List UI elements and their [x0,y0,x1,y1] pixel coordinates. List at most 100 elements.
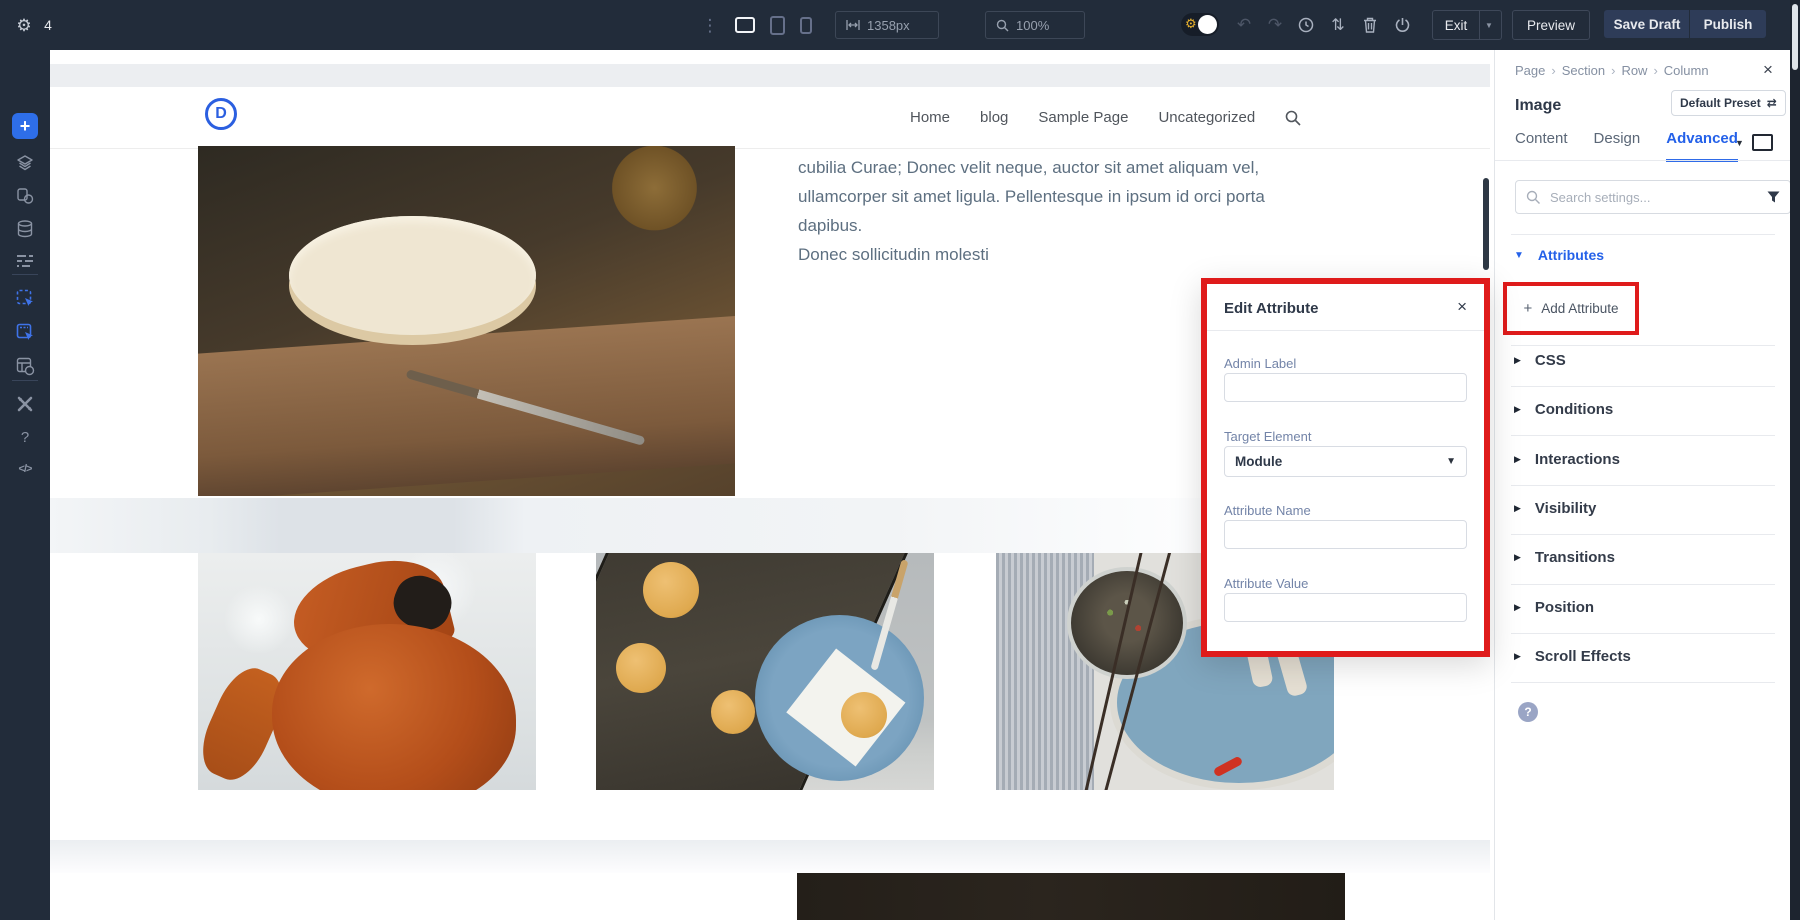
database-icon[interactable] [0,214,50,244]
cookie-on-plate [841,692,887,738]
cookie [616,643,666,693]
phone-view-icon[interactable] [796,0,816,50]
add-attribute-button[interactable]: + Add Attribute [1503,282,1639,335]
sidebar-divider [12,274,38,275]
redo-icon[interactable]: ↷ [1263,0,1287,50]
module-visibility-icon[interactable] [0,351,50,381]
page-number: 4 [38,0,58,50]
layouts-icon[interactable] [0,181,50,211]
window-scrollbar-thumb[interactable] [1792,4,1798,70]
paragraph-line: ullamcorper sit amet ligula. Pellentesqu… [798,182,1328,240]
canvas-width-input-box[interactable] [835,11,939,39]
preview-button[interactable]: Preview [1512,10,1590,40]
module-title: Image [1515,97,1561,115]
divider [1511,345,1775,346]
breadcrumb-row[interactable]: Row [1621,63,1647,78]
nav-link-uncategorized[interactable]: Uncategorized [1158,109,1255,126]
trash-icon[interactable] [1358,0,1382,50]
breadcrumb-section[interactable]: Section [1562,63,1605,78]
tab-advanced[interactable]: Advanced [1666,130,1738,162]
window-scrollbar[interactable] [1790,0,1800,920]
preset-swap-icon: ⇄ [1767,96,1777,110]
body-text-module[interactable]: cubilia Curae; Donec velit neque, auctor… [798,153,1328,269]
crab-image-module[interactable] [198,553,536,790]
drag-handle-dots-icon[interactable]: ⋮ [700,0,720,50]
site-search-icon[interactable] [1285,110,1301,126]
cheese-image-module[interactable] [198,146,735,496]
tablet-view-icon[interactable] [766,0,788,50]
attribute-name-input[interactable] [1224,520,1467,549]
width-arrows-icon [846,20,860,30]
select-module-icon[interactable] [0,283,50,313]
nav-link-sample-page[interactable]: Sample Page [1038,109,1128,126]
section-css[interactable]: ▶ CSS [1514,352,1566,369]
nav-link-blog[interactable]: blog [980,109,1008,126]
breadcrumb-page[interactable]: Page [1515,63,1545,78]
default-preset-button[interactable]: Default Preset ⇄ [1671,90,1786,116]
divider [1511,584,1775,585]
cheese-wheel [289,216,536,335]
section-conditions[interactable]: ▶ Conditions [1514,401,1613,418]
builder-left-sidebar: + ? </> [0,50,50,920]
canvas-scrollbar-thumb[interactable] [1483,178,1489,270]
caret-right-icon: ▶ [1514,355,1521,366]
admin-label-input[interactable] [1224,373,1467,402]
cookies-image-module[interactable] [596,553,934,790]
settings-search-box[interactable] [1515,180,1791,214]
attributes-section-header[interactable]: ▼ Attributes [1514,247,1604,263]
add-module-plus-button[interactable]: + [12,113,38,139]
page-settings-gear-icon[interactable]: ⚙ [8,0,40,50]
select-caret-icon: ▼ [1446,456,1456,467]
undo-icon[interactable]: ↶ [1232,0,1256,50]
save-draft-button[interactable]: Save Draft [1604,10,1690,38]
caret-right-icon: ▶ [1514,503,1521,514]
attribute-value-input[interactable] [1224,593,1467,622]
settings-list-icon[interactable] [0,246,50,276]
sort-arrows-icon[interactable]: ⇅ [1326,0,1350,50]
filter-funnel-icon[interactable] [1767,191,1780,203]
select-row-icon[interactable] [0,317,50,347]
paragraph-line: Donec sollicitudin molesti [798,240,1328,269]
tools-icon[interactable] [0,389,50,419]
tab-design[interactable]: Design [1594,130,1641,162]
sidebar-divider [12,380,38,381]
section-interactions[interactable]: ▶ Interactions [1514,451,1620,468]
desktop-mode-icon[interactable] [1752,134,1773,151]
caret-right-icon: ▶ [1514,404,1521,415]
section-position[interactable]: ▶ Position [1514,599,1594,616]
portability-power-icon[interactable] [1390,0,1414,50]
crab-body [272,624,515,790]
caret-right-icon: ▶ [1514,454,1521,465]
target-element-select[interactable]: Module ▼ [1224,446,1467,477]
history-clock-icon[interactable] [1294,0,1318,50]
responsive-caret-icon[interactable]: ▼ [1735,138,1744,148]
tab-content[interactable]: Content [1515,130,1568,162]
section-visibility[interactable]: ▶ Visibility [1514,500,1596,517]
builder-mode-toggle[interactable]: ⚙ [1181,13,1219,36]
panel-help-icon[interactable]: ? [1518,702,1538,722]
canvas-width-input[interactable] [867,18,919,33]
toggle-knob [1198,15,1217,34]
nav-link-home[interactable]: Home [910,109,950,126]
exit-dropdown-arrow[interactable]: ▼ [1477,10,1502,40]
section-transitions[interactable]: ▶ Transitions [1514,549,1615,566]
section-scroll-effects[interactable]: ▶ Scroll Effects [1514,648,1631,665]
help-icon[interactable]: ? [0,422,50,452]
settings-tabs: Content Design Advanced [1515,130,1738,162]
salad-bowl [1067,567,1187,679]
desktop-view-icon[interactable] [733,0,757,50]
target-element-label: Target Element [1224,429,1311,444]
modal-close-icon[interactable]: × [1457,297,1467,317]
dark-image-module[interactable] [797,873,1345,920]
site-logo[interactable]: D [205,98,237,130]
caret-right-icon: ▶ [1514,602,1521,613]
panel-close-icon[interactable]: × [1763,60,1773,80]
canvas-zoom-input[interactable] [1016,18,1068,33]
publish-button[interactable]: Publish [1690,10,1766,38]
code-icon[interactable]: </> [0,454,50,484]
settings-search-input[interactable] [1548,189,1759,206]
canvas-zoom-input-box[interactable] [985,11,1085,39]
exit-button[interactable]: Exit [1432,10,1480,40]
layers-icon[interactable] [0,148,50,178]
breadcrumb-column[interactable]: Column [1664,63,1709,78]
